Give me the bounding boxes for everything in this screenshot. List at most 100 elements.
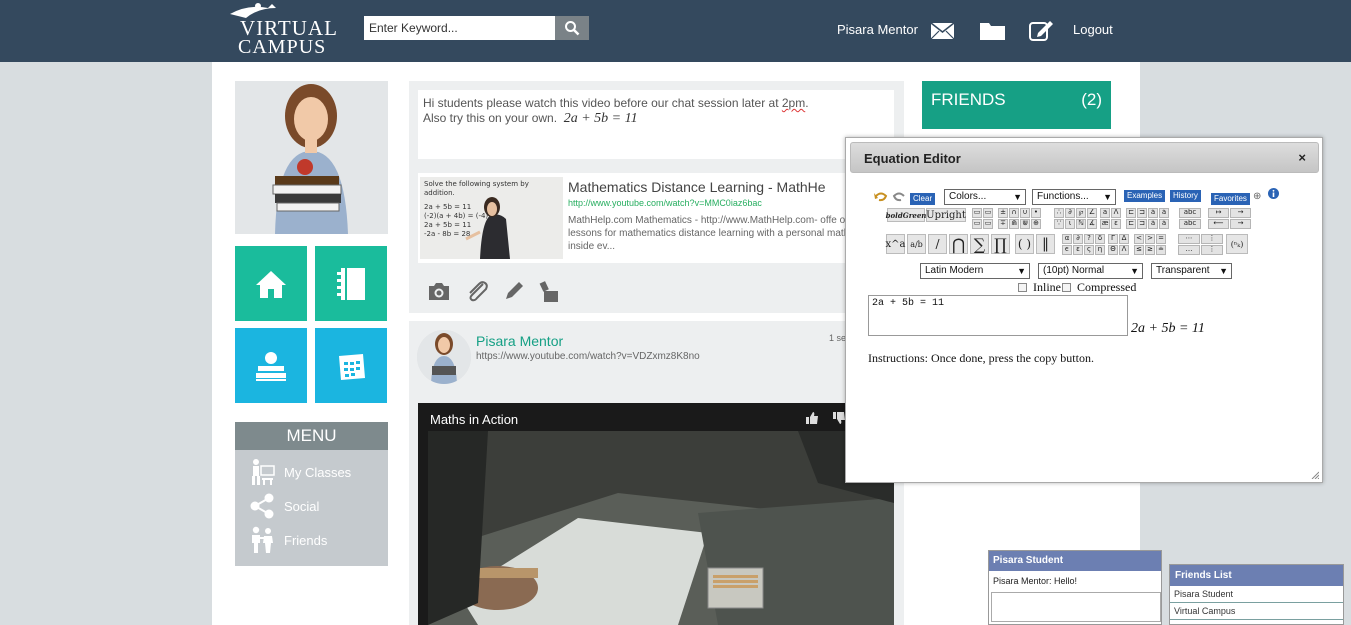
avatar[interactable] <box>417 330 471 384</box>
feed-post: Hi students please watch this video befo… <box>409 81 904 313</box>
calendar-tile[interactable] <box>315 328 387 403</box>
share-icon <box>250 493 274 519</box>
favorites-button[interactable]: Favorites <box>1211 193 1250 205</box>
instructions-text: Instructions: Once done, press the copy … <box>868 351 1094 365</box>
product-button[interactable]: ∏ <box>991 234 1010 254</box>
upright-button[interactable]: Upright <box>926 208 966 222</box>
checkbox-box[interactable] <box>1018 283 1027 292</box>
search-input[interactable] <box>364 16 555 40</box>
palette-grid-3[interactable]: ∴ ∂ ℘ ∠ ∵ ι ℕ ∡ <box>1054 208 1097 229</box>
friends-panel-header[interactable]: FRIENDS (2) <box>922 81 1111 129</box>
thumb-text1: Solve the following system by <box>424 180 529 188</box>
friends-list-title[interactable]: Friends List <box>1170 565 1343 586</box>
menu-item-my-classes[interactable]: My Classes <box>249 458 351 486</box>
calendar-icon <box>339 353 365 380</box>
palette-grid-7[interactable]: ↦ → ⟵ → <box>1208 208 1251 229</box>
greek-upper-palette[interactable]: ΓΔΘΛ <box>1108 234 1129 255</box>
stamp-icon[interactable] <box>539 279 561 303</box>
link-url[interactable]: http://www.youtube.com/watch?v=MMC0iaz6b… <box>568 198 762 208</box>
post-url[interactable]: https://www.youtube.com/watch?v=VDZxmz8K… <box>476 351 700 362</box>
thumb-text2: addition. <box>424 189 455 197</box>
undo-icon[interactable] <box>874 191 888 202</box>
profile-illustration <box>235 81 388 234</box>
superscript-button[interactable]: x^a <box>886 234 906 254</box>
virtual-campus-logo[interactable]: VIRTUAL CAMPUS <box>228 2 338 58</box>
equation-editor-titlebar[interactable]: Equation Editor × <box>850 142 1319 173</box>
palette-grid-2[interactable]: ± ∩ ∪ • ∓ ⋒ ⋓ ⊕ <box>998 208 1041 229</box>
sum-button[interactable]: ∑ <box>970 234 989 254</box>
post-author[interactable]: Pisara Mentor <box>476 333 563 349</box>
info-icon[interactable] <box>1268 188 1279 199</box>
parentheses-button[interactable]: ( ) <box>1015 234 1034 254</box>
close-button[interactable]: × <box>1298 150 1306 165</box>
size-select[interactable]: (10pt) Normal <box>1038 263 1143 279</box>
library-tile[interactable] <box>235 328 307 403</box>
dots-palette[interactable]: ⋯ ⋮… ⋮ <box>1178 234 1223 255</box>
link-title[interactable]: Mathematics Distance Learning - MathHe <box>568 179 826 195</box>
clear-button[interactable]: Clear <box>910 193 936 205</box>
palette-grid-4[interactable]: aΛæε <box>1100 208 1121 229</box>
video-frame <box>418 403 894 625</box>
functions-select[interactable]: Functions... <box>1032 189 1116 205</box>
equation-input[interactable]: 2a + 5b = 11 <box>868 295 1128 336</box>
home-tile[interactable] <box>235 246 307 321</box>
thumb-eq3: 2a + 5b = 11 <box>424 221 472 229</box>
people-icon <box>252 526 273 553</box>
menu-item-label: Friends <box>284 532 328 548</box>
norm-button[interactable]: ‖ <box>1036 234 1055 254</box>
pencil-icon[interactable] <box>503 280 525 302</box>
chat-window: Pisara Student Pisara Mentor: Hello! <box>988 550 1162 625</box>
background-select[interactable]: Transparent <box>1151 263 1232 279</box>
notebook-icon <box>337 267 365 300</box>
palette-grid-1[interactable]: ▭ ▭ ▭ ▭ <box>972 208 993 229</box>
paperclip-icon[interactable] <box>465 280 489 302</box>
relations-palette[interactable]: < > = ≤ ≥ ≐ <box>1134 234 1166 255</box>
compressed-checkbox[interactable]: Compressed <box>1062 280 1136 295</box>
bold-green-button[interactable]: boldGreen <box>886 208 926 222</box>
intersection-button[interactable]: ⋂ <box>949 234 968 254</box>
examples-button[interactable]: Examples <box>1124 190 1166 202</box>
font-select[interactable]: Latin Modern <box>920 263 1030 279</box>
add-favorite-icon[interactable]: ⊕ <box>1253 191 1261 202</box>
fraction-button[interactable]: a/b <box>907 234 926 254</box>
link-preview[interactable]: Solve the following system by addition. … <box>418 173 894 263</box>
edit-icon[interactable] <box>1028 18 1054 42</box>
post-equation: 2a + 5b = 11 <box>563 111 638 126</box>
video-player[interactable]: Maths in Action <box>418 403 894 625</box>
thumbs-down-icon[interactable] <box>832 411 846 425</box>
envelope-icon[interactable] <box>930 22 955 40</box>
profile-photo[interactable] <box>235 81 388 234</box>
folder-icon[interactable] <box>979 20 1006 41</box>
feed-post-video: Pisara Mentor https://www.youtube.com/wa… <box>409 321 904 625</box>
link-thumbnail[interactable]: Solve the following system by addition. … <box>420 177 563 259</box>
history-button[interactable]: History <box>1170 190 1201 202</box>
friends-list-item[interactable]: Pisara Student <box>1170 586 1343 603</box>
equation-editor-dialog: Equation Editor × Clear Colors... Functi… <box>845 137 1323 483</box>
menu-item-social[interactable]: Social <box>249 493 319 519</box>
slash-button[interactable]: / <box>928 234 947 254</box>
menu-item-friends[interactable]: Friends <box>249 526 327 554</box>
colors-select[interactable]: Colors... <box>944 189 1026 205</box>
menu-item-label: My Classes <box>284 464 352 480</box>
username-link[interactable]: Pisara Mentor <box>837 22 918 37</box>
checkbox-box[interactable] <box>1062 283 1071 292</box>
thumb-eq4: -2a - 8b = 28 <box>424 230 471 238</box>
chat-title[interactable]: Pisara Student <box>989 551 1161 571</box>
palette-grid-5[interactable]: ⊏ ⊐ á ȧ ⊏ ⊐ ä à <box>1126 208 1169 229</box>
search-button[interactable] <box>555 16 589 40</box>
logout-link[interactable]: Logout <box>1073 22 1113 37</box>
greek-palette[interactable]: α ∂? δ ϵ ε ς η <box>1062 234 1105 255</box>
resize-handle-icon[interactable] <box>1311 471 1319 479</box>
friends-list-item[interactable]: Virtual Campus <box>1170 603 1343 620</box>
avatar-illustration <box>417 330 471 384</box>
inline-checkbox[interactable]: Inline <box>1018 280 1061 295</box>
chat-input[interactable] <box>991 592 1161 622</box>
binomial-button[interactable]: (ⁿₖ) <box>1226 234 1248 254</box>
camera-icon[interactable] <box>427 281 451 301</box>
post-timestamp: 1 se <box>829 333 847 343</box>
redo-icon[interactable] <box>892 191 906 202</box>
notebook-tile[interactable] <box>315 246 387 321</box>
thumbs-up-icon[interactable] <box>805 411 819 425</box>
classroom-icon <box>252 459 275 485</box>
palette-grid-6[interactable]: abc abc <box>1179 208 1201 229</box>
